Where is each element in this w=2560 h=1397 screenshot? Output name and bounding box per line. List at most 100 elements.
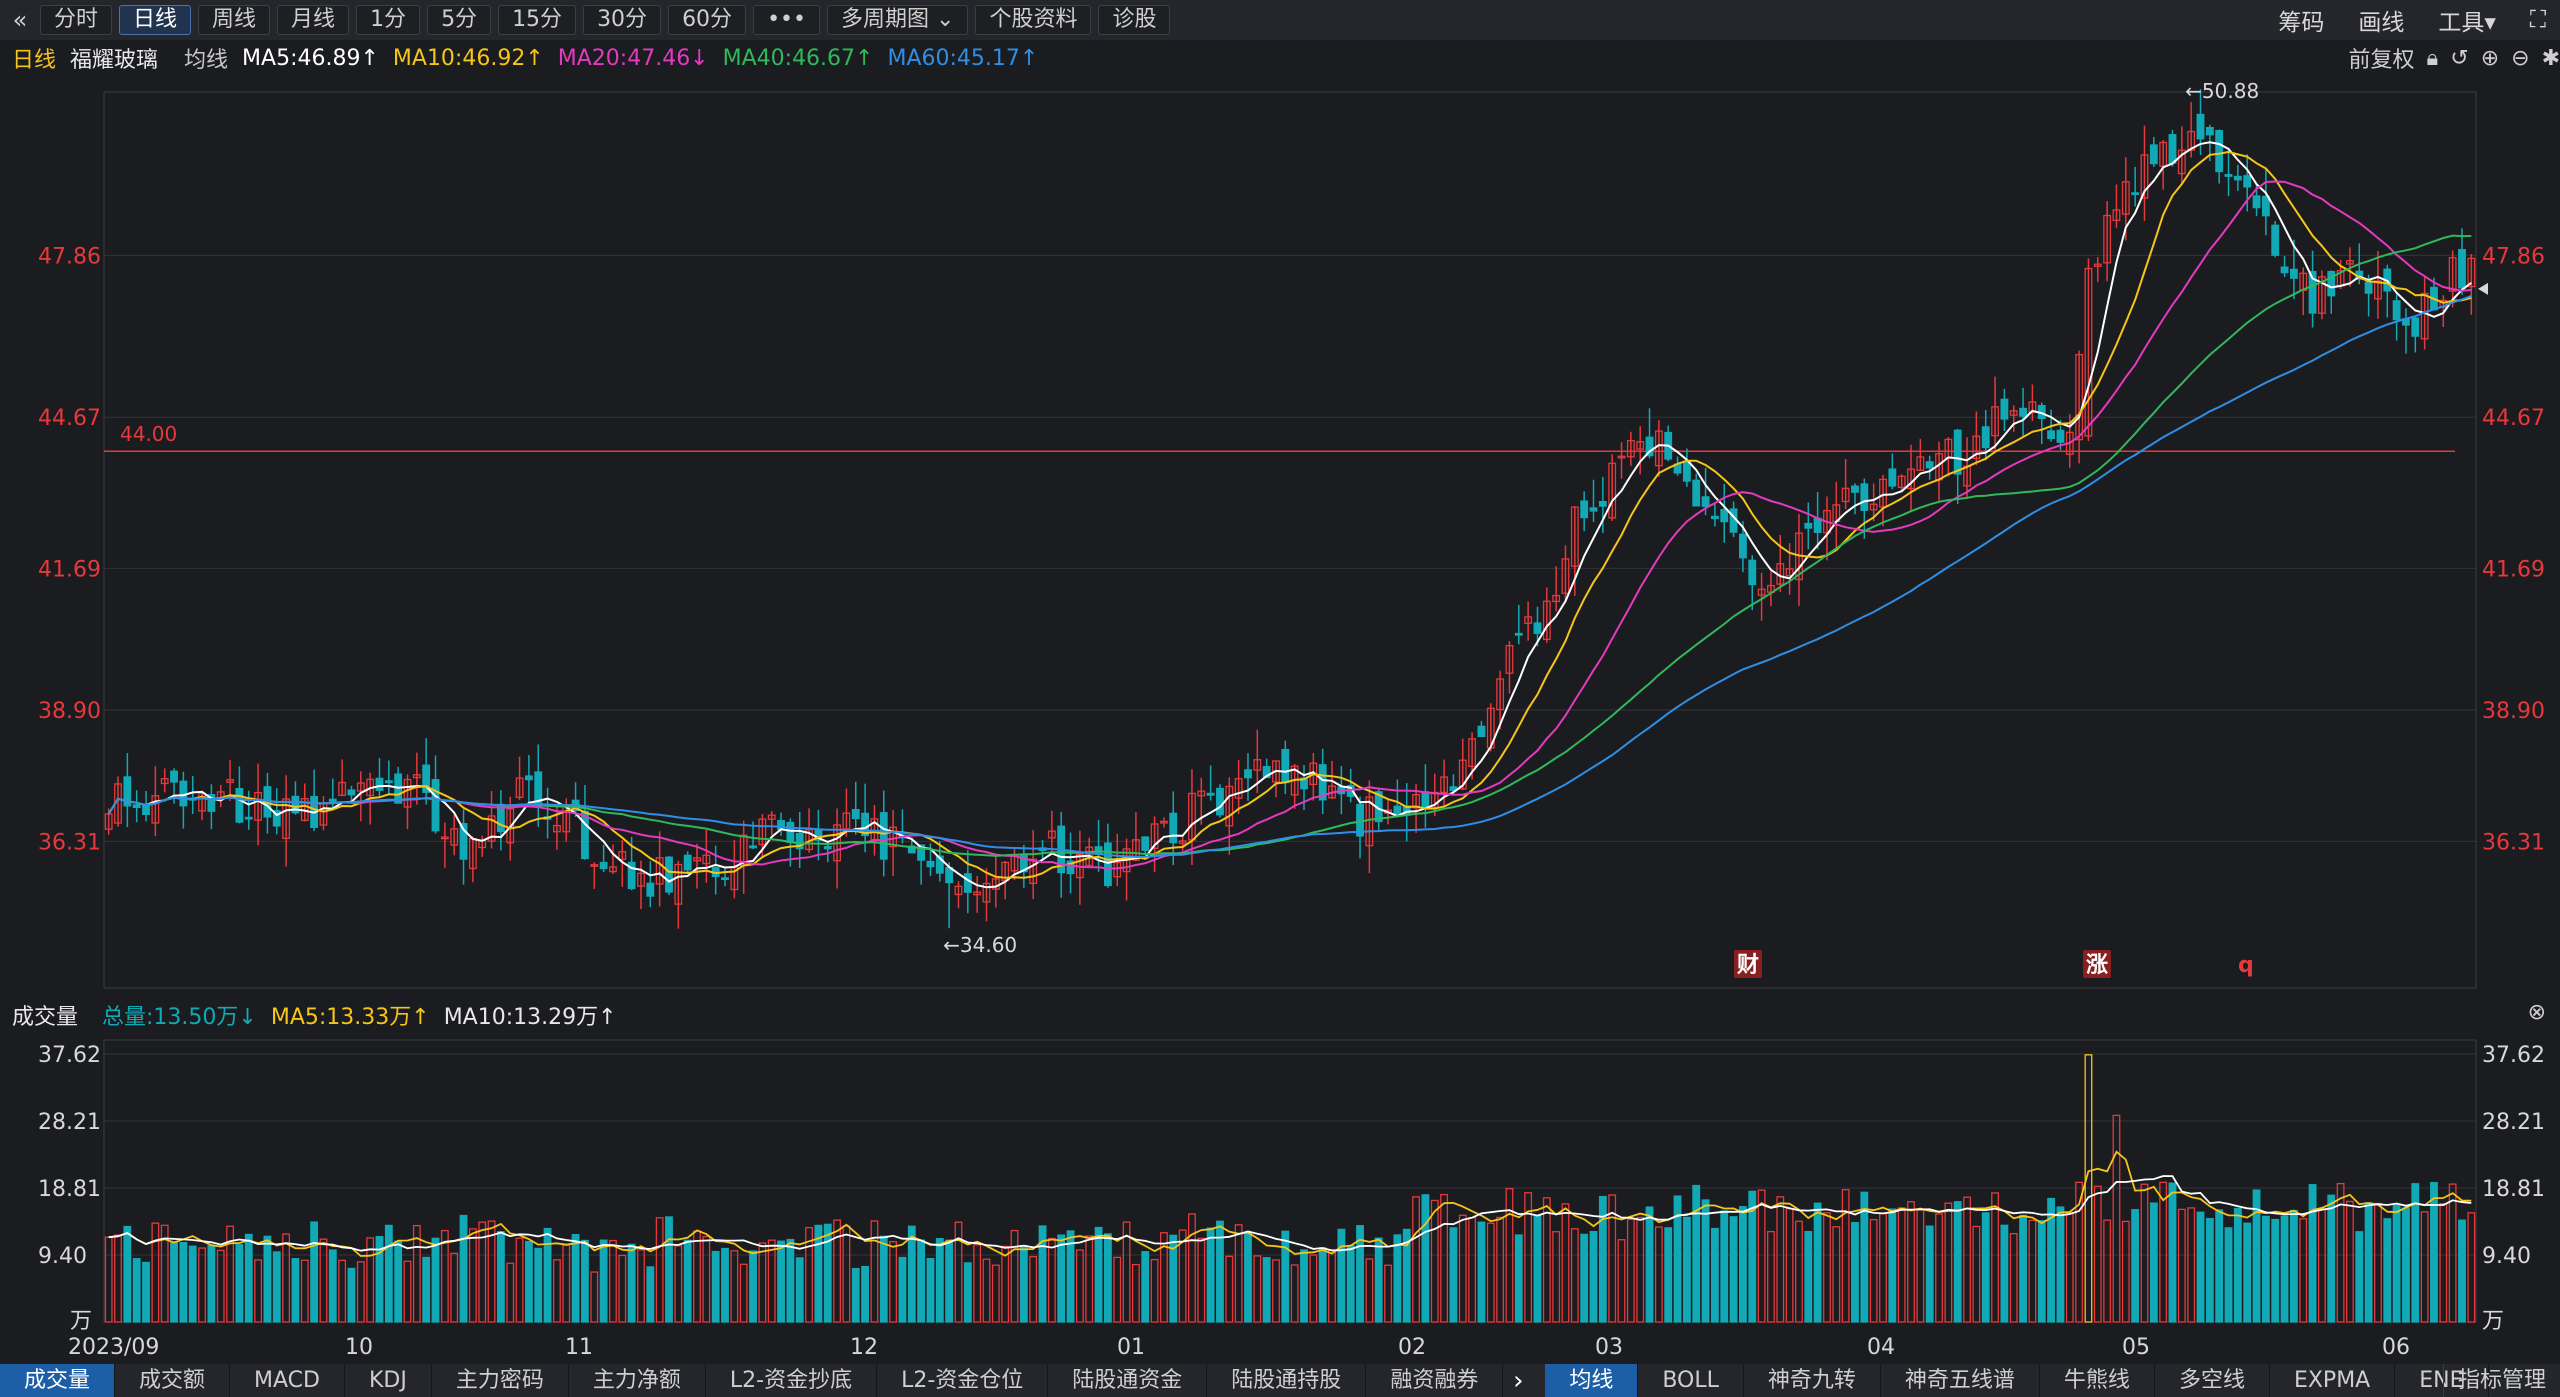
volume-bar: [646, 1266, 655, 1323]
indicator-tab-4[interactable]: 主力密码: [432, 1364, 569, 1397]
volume-bar: [1103, 1233, 1112, 1323]
volume-bar: [543, 1227, 552, 1323]
chips-button[interactable]: 筹码: [2278, 3, 2324, 37]
volume-bar: [384, 1224, 393, 1323]
x-axis-label: 11: [565, 1335, 593, 1360]
volume-bar: [1617, 1239, 1626, 1323]
volume-bar: [1851, 1222, 1859, 1323]
indicator-name[interactable]: 均线: [184, 42, 228, 74]
volume-bar: [1309, 1254, 1318, 1323]
candle-body: [179, 780, 188, 807]
undo-icon[interactable]: ↺: [2450, 46, 2468, 71]
volume-bar: [1561, 1203, 1570, 1323]
volume-ma10-line: [108, 1175, 2472, 1252]
volume-bar: [403, 1260, 412, 1323]
volume-header: 成交量 总量:13.50万↓ MA5:13.33万↑ MA10:13.29万↑: [0, 997, 2560, 1033]
overlay-tab-0[interactable]: 均线: [1545, 1364, 1639, 1397]
indicator-tab-8[interactable]: 陆股通资金: [1048, 1364, 1208, 1397]
volume-bar: [142, 1261, 150, 1323]
period-tab-9[interactable]: •••: [753, 5, 820, 35]
overlay-tab-5[interactable]: 多空线: [2155, 1364, 2270, 1397]
volume-bar: [2280, 1215, 2289, 1323]
back-icon[interactable]: «: [0, 0, 40, 40]
overlay-tab-4[interactable]: 牛熊线: [2040, 1364, 2155, 1397]
volume-bar: [1542, 1197, 1551, 1323]
period-tab-0[interactable]: 分时: [40, 5, 113, 35]
volume-bar: [1281, 1230, 1290, 1323]
candle-body: [1925, 461, 1934, 469]
candle-body: [2047, 430, 2056, 440]
more-tabs-icon[interactable]: ›: [1503, 1364, 1533, 1397]
indicator-tab-3[interactable]: KDJ: [345, 1364, 432, 1397]
period-tab-8[interactable]: 60分: [668, 5, 747, 35]
volume-bar: [2317, 1208, 2326, 1323]
volume-bar: [1486, 1222, 1495, 1323]
volume-y-tick-right: 9.40: [2482, 1244, 2531, 1269]
period-tab-10[interactable]: 多周期图 ⌄: [827, 5, 969, 35]
ma10-value: MA10:46.92↑: [392, 45, 544, 71]
period-tab-4[interactable]: 1分: [356, 5, 421, 35]
volume-bar: [1739, 1206, 1747, 1323]
volume-bar: [926, 1257, 935, 1323]
volume-bar: [319, 1238, 328, 1323]
indicator-manage-button[interactable]: 指标管理: [2442, 1364, 2560, 1397]
zoom-in-icon[interactable]: ⊕: [2481, 46, 2499, 71]
indicator-tab-9[interactable]: 陆股通持股: [1207, 1364, 1367, 1397]
high-annotation: ←50.88: [2185, 79, 2259, 103]
volume-bar: [618, 1254, 627, 1323]
indicator-tab-1[interactable]: 成交额: [115, 1364, 231, 1397]
candle-body: [2168, 134, 2177, 164]
tools-menu-button[interactable]: 工具▾: [2438, 3, 2496, 37]
period-tab-6[interactable]: 15分: [498, 5, 577, 35]
period-tab-7[interactable]: 30分: [583, 5, 662, 35]
volume-bar: [1057, 1234, 1066, 1323]
indicator-tab-7[interactable]: L2-资金仓位: [877, 1364, 1049, 1397]
indicator-tab-6[interactable]: L2-资金抄底: [706, 1364, 878, 1397]
last-price-pointer: [2478, 282, 2488, 295]
indicator-tab-0[interactable]: 成交量: [0, 1364, 116, 1397]
indicator-tab-10[interactable]: 融资融券: [1366, 1364, 1504, 1397]
overlay-tab-3[interactable]: 神奇五线谱: [1881, 1364, 2040, 1397]
volume-bar: [1879, 1212, 1887, 1323]
indicator-tab-2[interactable]: MACD: [230, 1364, 345, 1397]
fullscreen-icon[interactable]: ⛶: [2530, 7, 2546, 33]
candle-body: [2056, 429, 2065, 443]
volume-bar: [1328, 1249, 1336, 1323]
period-tab-5[interactable]: 5分: [427, 5, 492, 35]
overlay-tab-2[interactable]: 神奇九转: [1744, 1364, 1881, 1397]
volume-bar: [2196, 1211, 2205, 1323]
draw-line-button[interactable]: 画线: [2358, 3, 2404, 37]
candle-body: [2131, 192, 2140, 196]
volume-bar: [1710, 1227, 1719, 1323]
volume-chart[interactable]: 37.62 37.62 28.21 28.21 18.81 18.81 9.40 9.40 万 万…: [0, 1030, 2560, 1364]
y-tick-left: 36.31: [38, 830, 101, 855]
adjust-mode[interactable]: 前复权: [2349, 42, 2415, 74]
lock-icon[interactable]: 🔒︎: [2427, 46, 2439, 71]
period-tab-2[interactable]: 周线: [198, 5, 271, 35]
overlay-tab-1[interactable]: BOLL: [1638, 1364, 1744, 1397]
candle-body: [963, 873, 972, 893]
volume-bar: [2215, 1209, 2224, 1323]
volume-bar: [272, 1251, 281, 1323]
volume-bar: [1841, 1189, 1850, 1323]
volume-bar: [1300, 1249, 1308, 1323]
volume-bar: [2177, 1208, 2186, 1323]
indicator-tab-5[interactable]: 主力净额: [569, 1364, 706, 1397]
zoom-out-icon[interactable]: ⊖: [2511, 46, 2529, 71]
volume-bar: [422, 1256, 431, 1323]
period-tab-12[interactable]: 诊股: [1098, 5, 1171, 35]
volume-bar: [1692, 1184, 1701, 1323]
overlay-tab-6[interactable]: EXPMA: [2270, 1364, 2396, 1397]
x-axis-label: 10: [345, 1335, 373, 1360]
candlestick-chart[interactable]: 47.86 47.86 44.67 44.67 41.69 41.69 38.90 38.90…: [0, 76, 2560, 996]
period-tab-11[interactable]: 个股资料: [975, 5, 1092, 35]
settings-icon[interactable]: ✱: [2542, 46, 2560, 71]
candle-body: [1739, 533, 1747, 559]
period-tab-1[interactable]: 日线: [119, 5, 192, 35]
period-tab-3[interactable]: 月线: [277, 5, 350, 35]
candle-body: [2215, 129, 2224, 173]
candle-body: [244, 816, 253, 820]
close-volume-icon[interactable]: ⊗: [2528, 1000, 2546, 1025]
candle-body: [524, 775, 533, 781]
x-axis-label: 04: [1867, 1335, 1895, 1360]
